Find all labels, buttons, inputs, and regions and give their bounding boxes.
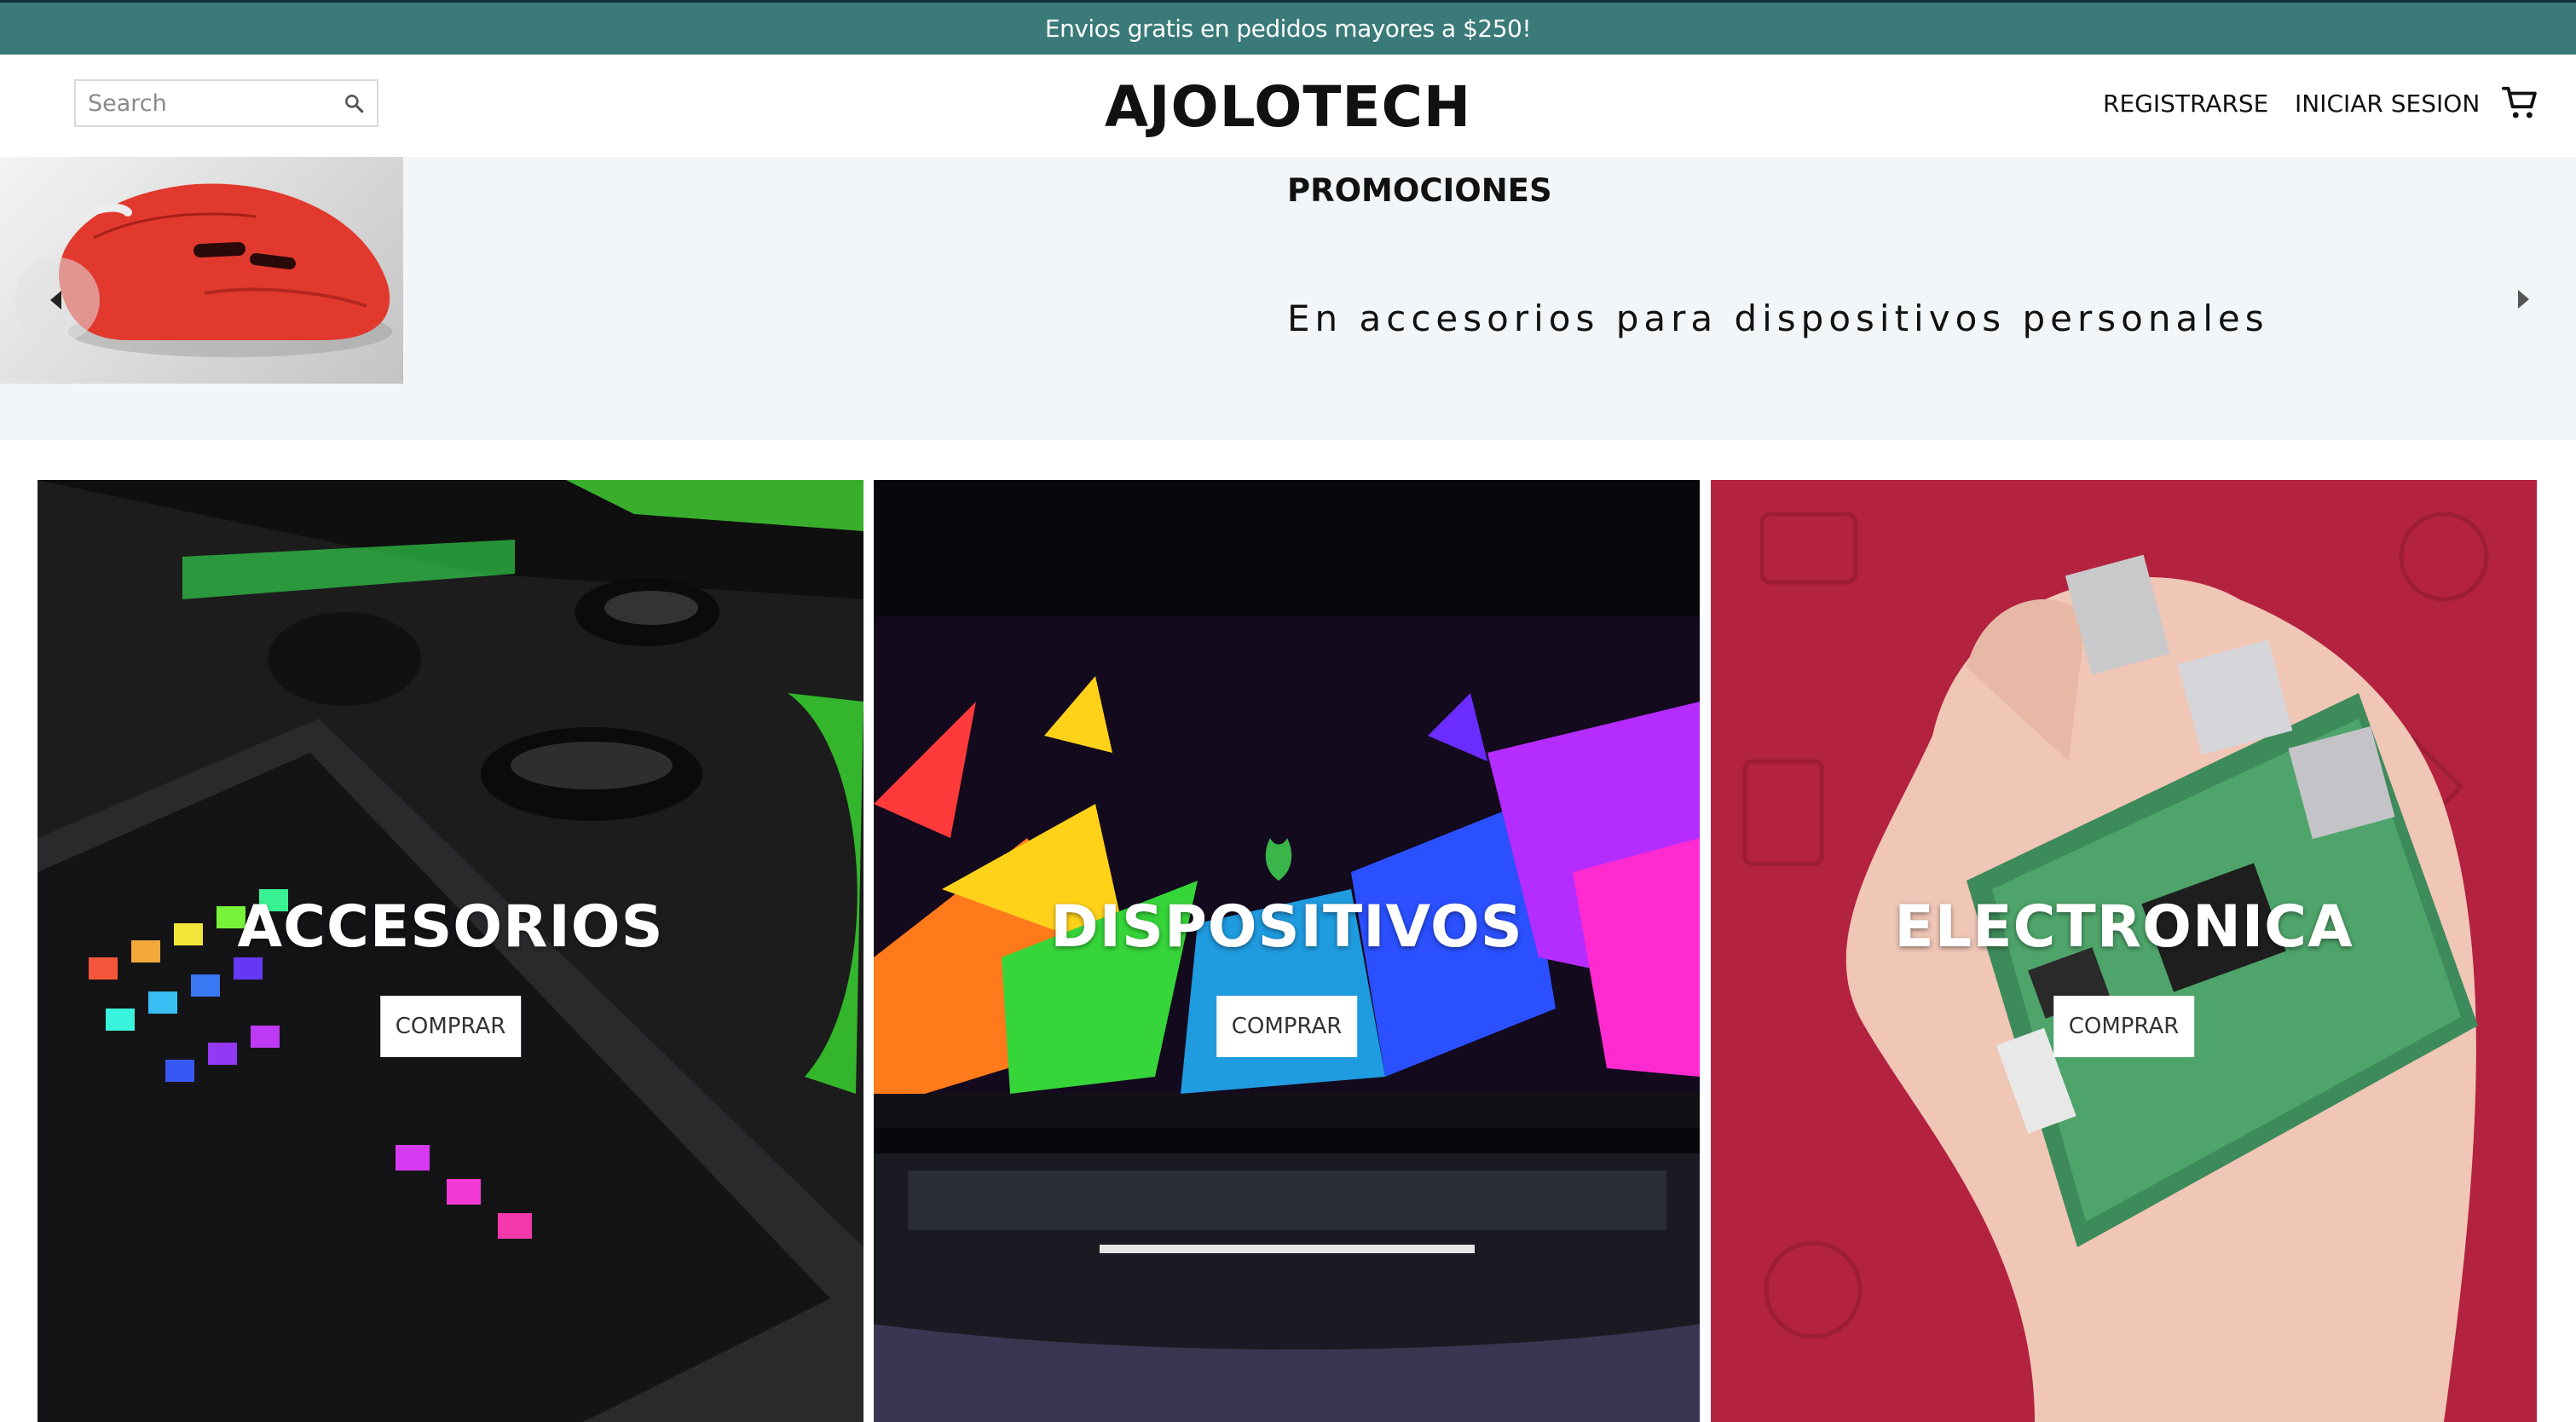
category-card-dispositivos[interactable]: DISPOSITIVOS COMPRAR [874, 480, 1700, 1422]
shop-button[interactable]: COMPRAR [1216, 996, 1358, 1057]
carousel-prev-button[interactable] [14, 257, 100, 343]
category-title: ELECTRONICA [1894, 893, 2354, 961]
shop-button[interactable]: COMPRAR [379, 996, 522, 1057]
announcement-text: Envios gratis en pedidos mayores a $250! [1044, 14, 1532, 43]
category-title: ACCESORIOS [237, 893, 664, 961]
search-input[interactable] [76, 81, 344, 125]
register-link[interactable]: REGISTRARSE [2103, 90, 2268, 118]
shop-button[interactable]: COMPRAR [2053, 996, 2195, 1057]
carousel-next-button[interactable] [2506, 283, 2540, 317]
category-title: DISPOSITIVOS [1050, 893, 1523, 961]
shopping-cart-icon[interactable] [2501, 84, 2540, 123]
category-card-electronica[interactable]: ELECTRONICA COMPRAR [1711, 480, 2537, 1422]
login-link[interactable]: INICIAR SESION [2295, 90, 2480, 118]
announcement-bar: Envios gratis en pedidos mayores a $250! [0, 0, 2576, 55]
promo-subtitle: En accesorios para dispositivos personal… [1287, 298, 2269, 339]
promo-carousel: PROMOCIONES En accesorios para dispositi… [0, 157, 2576, 440]
promo-title: PROMOCIONES [1287, 172, 1552, 209]
site-header: AJOLOTECH REGISTRARSE INICIAR SESION [0, 55, 2576, 157]
category-card-accesorios[interactable]: ACCESORIOS COMPRAR [38, 480, 863, 1422]
search-box[interactable] [74, 79, 378, 127]
search-icon[interactable] [343, 92, 365, 114]
